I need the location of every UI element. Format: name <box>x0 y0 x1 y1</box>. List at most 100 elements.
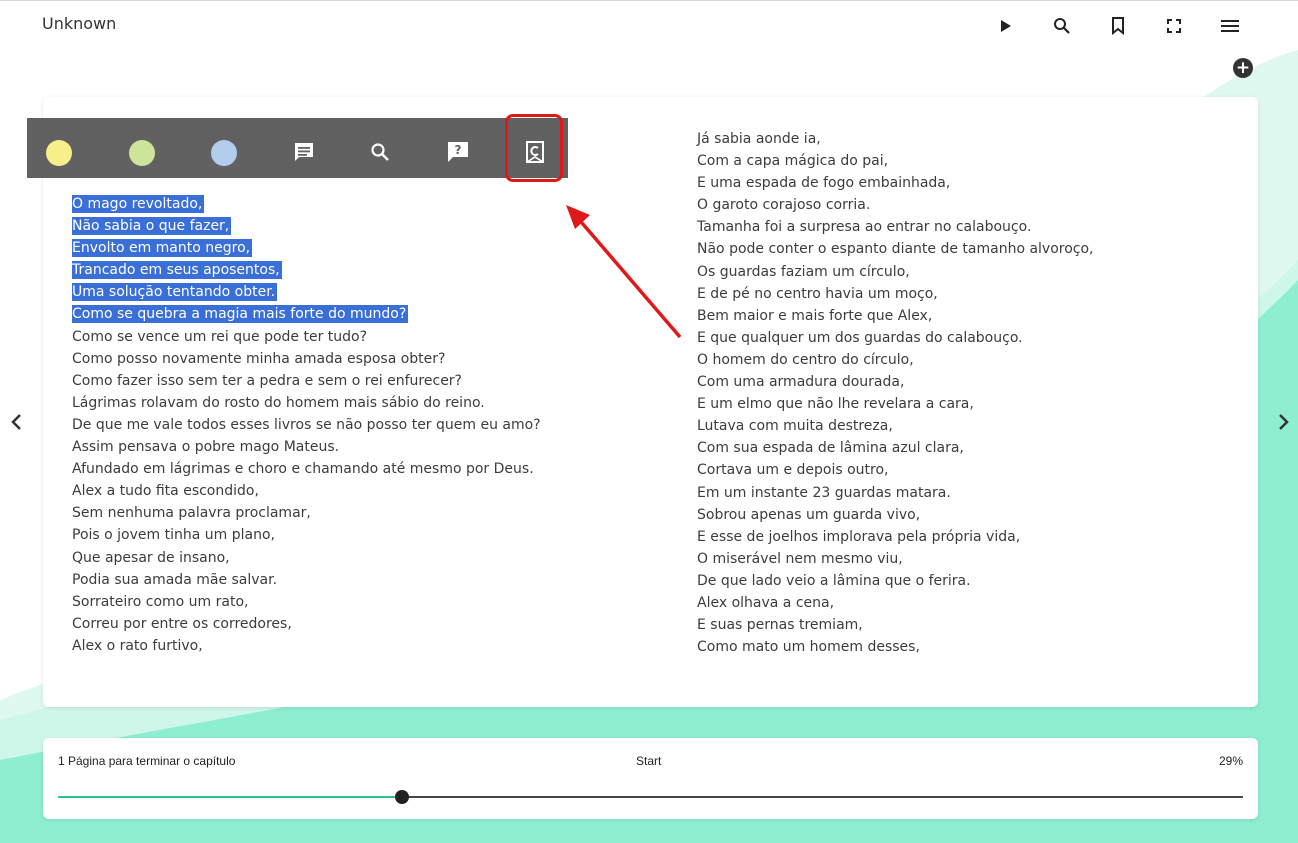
highlight-green-button[interactable] <box>129 140 155 166</box>
text-span: Assim pensava o pobre mago Mateus. <box>72 439 340 456</box>
text-line: Bem maior e mais forte que Alex, <box>697 307 933 324</box>
text-span: Sorrateiro como um rato, <box>72 593 249 610</box>
selected-text: Como se quebra a magia mais forte do mun… <box>72 305 409 324</box>
annotation-highlight-box <box>505 114 563 182</box>
text-span: Correu por entre os corredores, <box>72 615 292 632</box>
chevron-right-icon <box>1279 414 1289 430</box>
text-span: Pois o jovem tinha um plano, <box>72 527 275 544</box>
text-line: Podia sua amada mãe salvar. <box>72 569 541 591</box>
text-line: O mago revoltado, <box>72 193 541 215</box>
text-line: Como mato um homem desses, <box>697 639 920 656</box>
text-line: De que me vale todos esses livros se não… <box>72 414 541 436</box>
search-icon <box>1054 18 1070 34</box>
text-line: E suas pernas tremiam, <box>697 617 863 634</box>
text-line: Afundado em lágrimas e choro e chamando … <box>72 458 541 480</box>
fullscreen-button[interactable] <box>1146 12 1202 40</box>
text-line: Envolto em manto negro, <box>72 237 541 259</box>
selected-text: Trancado em seus aposentos, <box>72 261 282 280</box>
next-page-button[interactable] <box>1272 408 1296 436</box>
selected-text: Não sabia o que fazer, <box>72 217 232 236</box>
progress-card: 1 Página para terminar o capítulo Start … <box>43 738 1258 819</box>
note-icon <box>295 143 313 161</box>
selected-text: O mago revoltado, <box>72 195 205 213</box>
text-line: Como se vence um rei que pode ter tudo? <box>72 326 541 348</box>
text-line: Já sabia aonde ia, <box>697 131 821 147</box>
text-line: Com sua espada de lâmina azul clara, <box>697 440 964 457</box>
text-line: De que lado veio a lâmina que o ferira. <box>697 572 971 589</box>
text-span: Alex o rato furtivo, <box>72 637 203 654</box>
text-line: Assim pensava o pobre mago Mateus. <box>72 436 541 458</box>
text-line: Não sabia o que fazer, <box>72 215 541 237</box>
text-span: Que apesar de insano, <box>72 549 230 566</box>
page-left-column: O mago revoltado, Não sabia o que fazer, E… <box>72 193 541 657</box>
add-note-button[interactable] <box>290 138 318 166</box>
play-button[interactable] <box>978 12 1034 40</box>
text-line: O homem do centro do círculo, <box>697 351 914 368</box>
define-button[interactable]: ? <box>444 138 472 166</box>
text-line: Sem nenhuma palavra proclamar, <box>72 502 541 524</box>
text-line: Lágrimas rolavam do rosto do homem mais … <box>72 392 541 414</box>
highlight-blue-button[interactable] <box>211 140 237 166</box>
bookmark-icon <box>1112 17 1124 35</box>
bookmark-button[interactable] <box>1090 12 1146 40</box>
search-selection-button[interactable] <box>366 138 394 166</box>
highlight-yellow-button[interactable] <box>46 140 72 166</box>
progress-thumb[interactable] <box>394 790 409 804</box>
progress-slider[interactable] <box>58 790 1243 804</box>
page-right-column: Já sabia aonde ia, Com a capa mágica do p… <box>697 128 1094 658</box>
text-line: Os guardas faziam um círculo, <box>697 263 910 280</box>
text-span: Como fazer isso sem ter a pedra e sem o … <box>72 372 462 389</box>
app-title: Unknown <box>42 14 117 33</box>
text-line: Alex o rato furtivo, <box>72 635 541 657</box>
text-line: Alex olhava a cena, <box>697 594 835 611</box>
top-border <box>0 0 1298 1</box>
text-line: Alex a tudo fita escondido, <box>72 480 541 502</box>
text-span: Podia sua amada mãe salvar. <box>72 571 278 588</box>
text-span: Como se vence um rei que pode ter tudo? <box>72 328 368 345</box>
text-span: Alex a tudo fita escondido, <box>72 483 259 500</box>
chapter-remaining-label: 1 Página para terminar o capítulo <box>58 754 236 768</box>
text-line: Cortava um e depois outro, <box>697 462 889 479</box>
text-line: Com a capa mágica do pai, <box>697 153 889 170</box>
text-line: O garoto corajoso corria. <box>697 197 871 214</box>
text-line: Trancado em seus aposentos, <box>72 259 541 281</box>
text-line: E uma espada de fogo embainhada, <box>697 175 951 192</box>
selected-text: Envolto em manto negro, <box>72 239 253 258</box>
text-line: Sobrou apenas um guarda vivo, <box>697 506 921 523</box>
progress-fill <box>58 796 402 798</box>
play-icon <box>1001 20 1011 32</box>
menu-button[interactable] <box>1202 12 1258 40</box>
text-line: Pois o jovem tinha um plano, <box>72 524 541 546</box>
text-line: Sorrateiro como um rato, <box>72 591 541 613</box>
text-line: Correu por entre os corredores, <box>72 613 541 635</box>
search-icon <box>371 143 389 161</box>
selected-text: Uma solução tentando obter. <box>72 283 278 302</box>
progress-percent: 29% <box>1218 754 1243 768</box>
text-span: De que me vale todos esses livros se não… <box>72 416 541 433</box>
add-button[interactable]: + <box>1233 58 1253 78</box>
text-line: E um elmo que não lhe revelara a cara, <box>697 396 974 413</box>
search-button[interactable] <box>1034 12 1090 40</box>
text-line: Como fazer isso sem ter a pedra e sem o … <box>72 370 541 392</box>
text-span: Como posso novamente minha amada esposa … <box>72 350 446 367</box>
text-line: Lutava com muita destreza, <box>697 418 893 435</box>
svg-text:?: ? <box>455 143 462 157</box>
text-line: Uma solução tentando obter. <box>72 281 541 303</box>
text-span: Sem nenhuma palavra proclamar, <box>72 505 311 522</box>
text-line: O miserável nem mesmo viu, <box>697 550 903 567</box>
text-line: Com uma armadura dourada, <box>697 374 905 391</box>
text-line: Não pode conter o espanto diante de tama… <box>697 241 1094 258</box>
text-span: Lágrimas rolavam do rosto do homem mais … <box>72 394 485 411</box>
question-icon: ? <box>448 142 468 162</box>
text-line: Como posso novamente minha amada esposa … <box>72 348 541 370</box>
text-span: Afundado em lágrimas e choro e chamando … <box>72 461 534 478</box>
top-toolbar <box>978 12 1258 40</box>
text-line: Como se quebra a magia mais forte do mun… <box>72 303 541 325</box>
text-line: E que qualquer um dos guardas do calabou… <box>697 329 1023 346</box>
text-line: E de pé no centro havia um moço, <box>697 285 938 302</box>
chevron-left-icon <box>11 414 21 430</box>
fullscreen-icon <box>1167 19 1181 33</box>
text-line: E esse de joelhos implorava pela própria… <box>697 528 1021 545</box>
prev-page-button[interactable] <box>4 408 28 436</box>
text-line: Em um instante 23 guardas matara. <box>697 484 951 501</box>
